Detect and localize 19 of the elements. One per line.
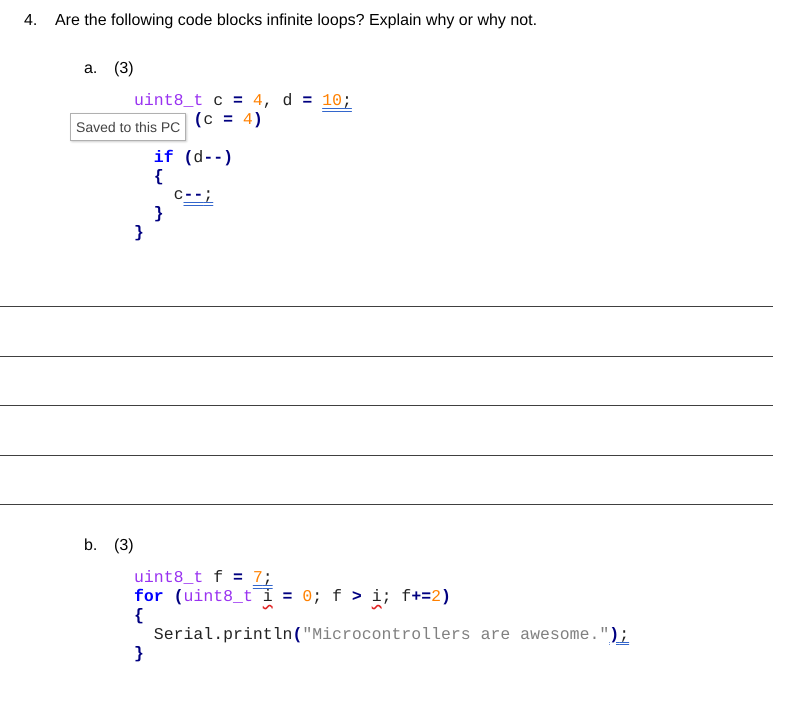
part-letter: a. — [84, 60, 98, 78]
code-line: } — [134, 224, 144, 244]
code-line: Serial.println("Microcontrollers are awesome."); — [152, 626, 630, 645]
code-line: } — [134, 644, 144, 664]
part-points: (3) — [114, 537, 134, 556]
tooltip: Saved to this PC — [70, 113, 186, 141]
code-line: { — [134, 606, 144, 626]
part-points: (3) — [114, 60, 134, 78]
code-line: for (uint8_t i = 0; f > i; f+=2) — [134, 588, 451, 607]
code-line: } — [152, 205, 164, 224]
code-line: c--; — [172, 186, 214, 206]
code-line: (c = 4) — [193, 110, 263, 130]
question-number: 4. — [24, 12, 38, 30]
code-line: if (d--) — [152, 148, 234, 168]
code-line: uint8_t c = 4, d = 10; — [134, 92, 352, 111]
part-letter: b. — [84, 537, 98, 556]
code-line: { — [152, 168, 164, 186]
question-text: Are the following code blocks infinite loops? Explain why or why not. — [55, 12, 538, 30]
code-line: uint8_t f = 7; — [134, 569, 273, 588]
